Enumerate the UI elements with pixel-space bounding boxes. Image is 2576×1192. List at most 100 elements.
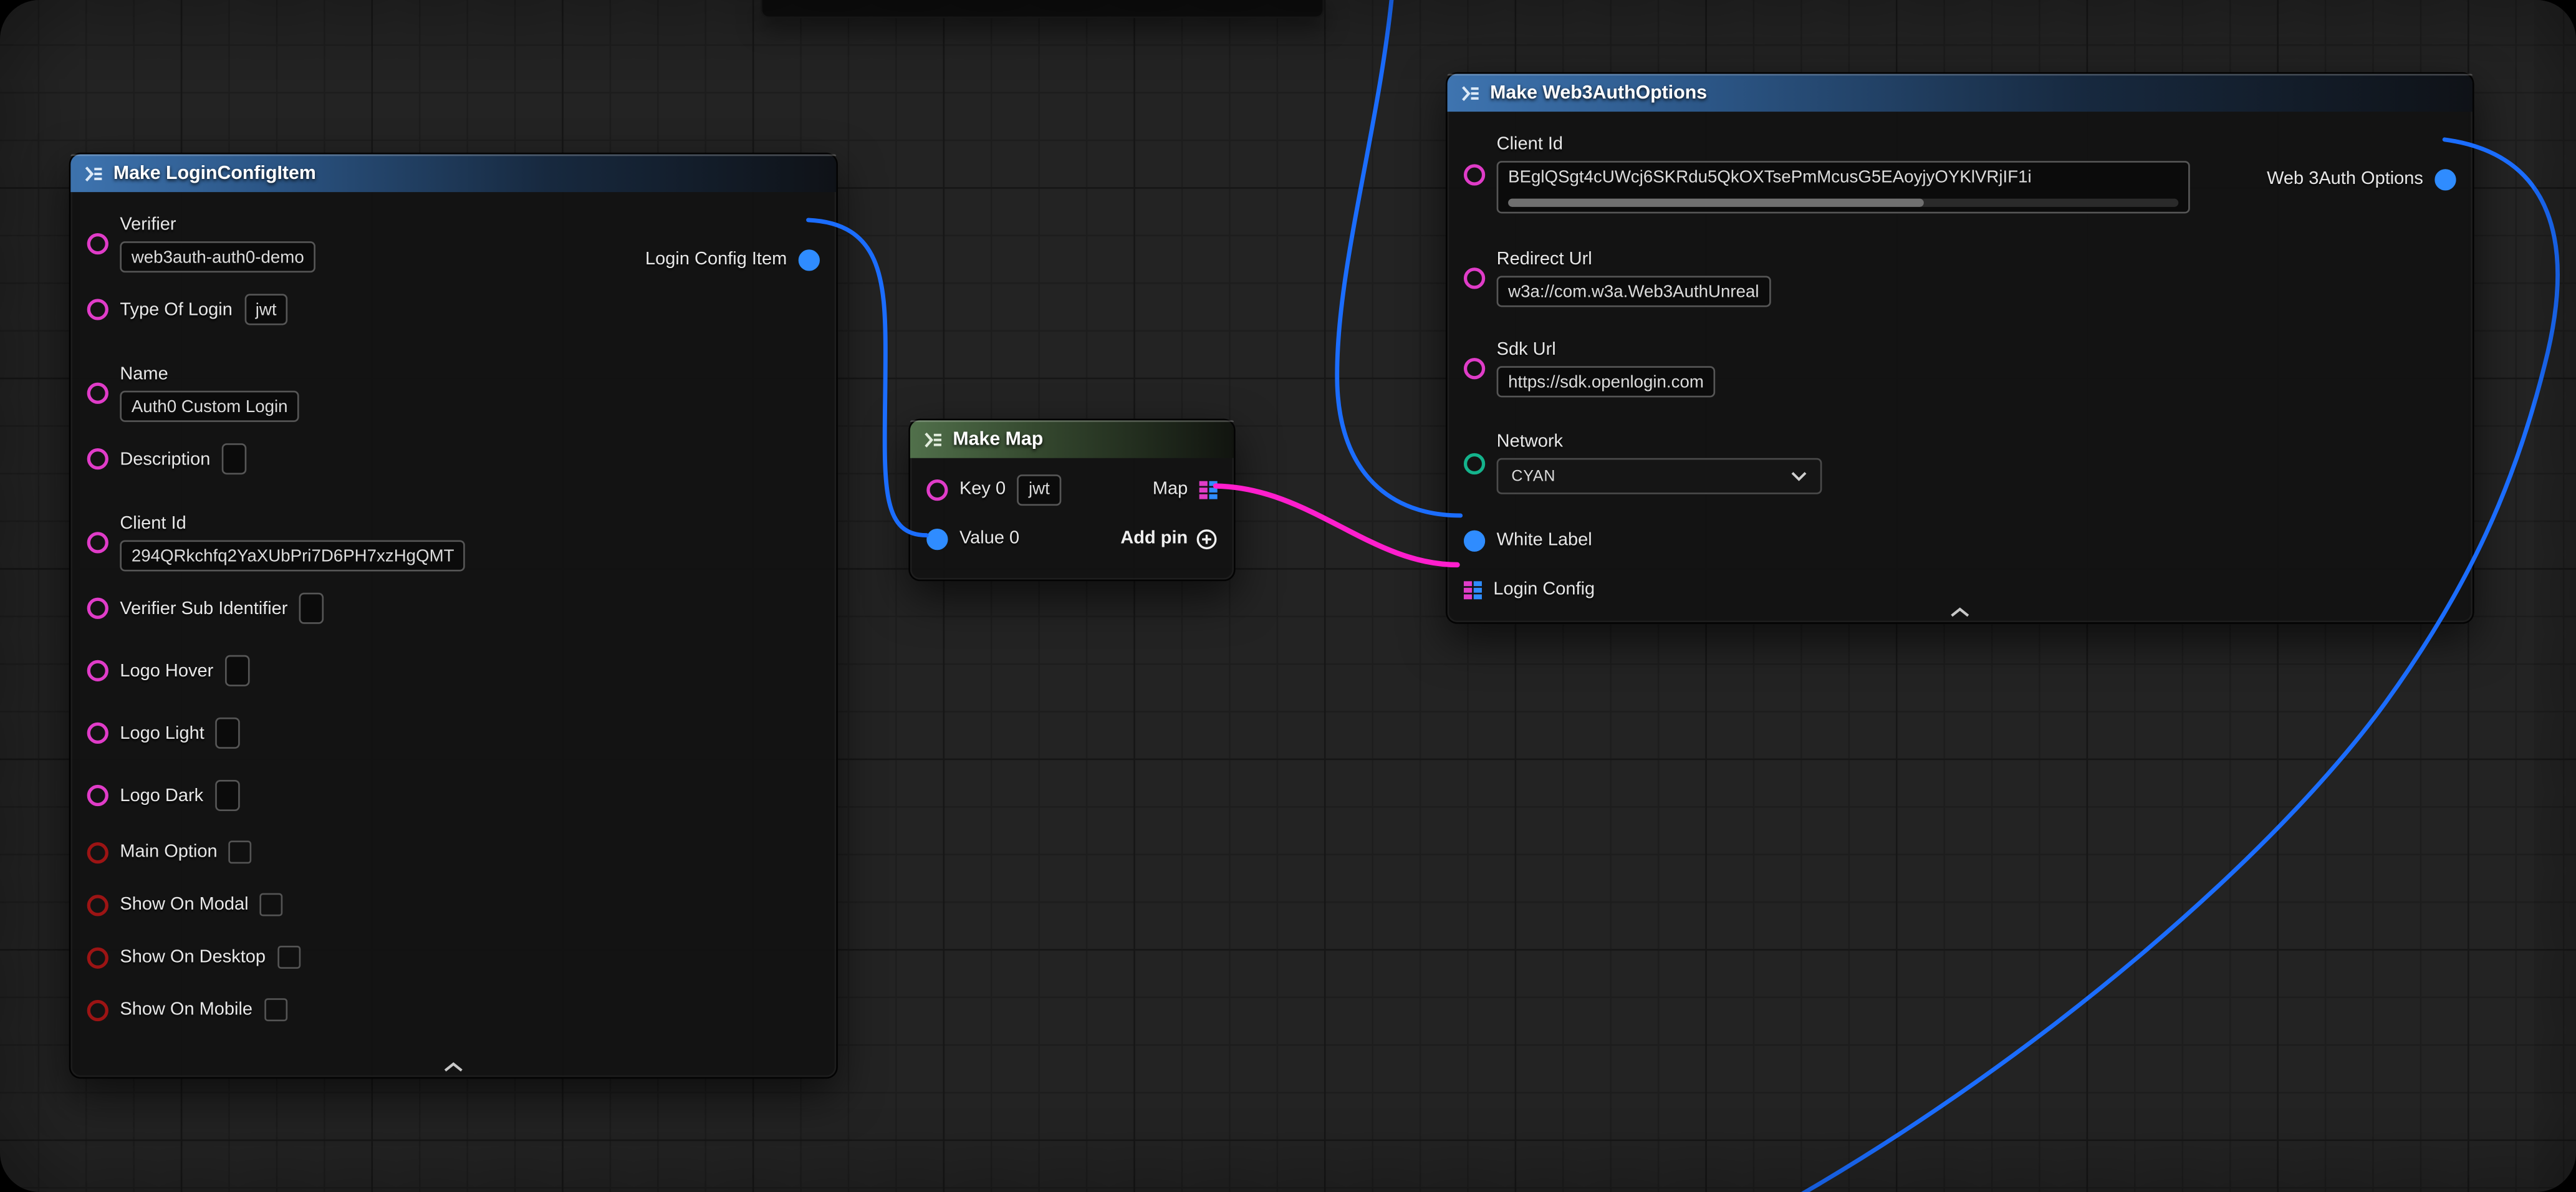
pin-row-show-on-desktop: Show On Desktop — [87, 946, 817, 969]
pin-label: Redirect Url — [1497, 249, 1771, 269]
pin-row-white-label: White Label — [1464, 527, 2453, 553]
type-of-login-pin[interactable] — [87, 299, 108, 320]
verifier-input[interactable]: web3auth-auth0-demo — [120, 241, 315, 272]
pin-label: Show On Desktop — [120, 948, 266, 968]
node-make-loginconfigitem[interactable]: Make LoginConfigItem Login Config Item V… — [69, 153, 838, 1079]
pin-label: Name — [120, 365, 299, 385]
verifier-pin[interactable] — [87, 233, 108, 254]
logo-hover-pin[interactable] — [87, 660, 108, 681]
collapse-node-button[interactable] — [444, 1062, 464, 1072]
node-make-web3authoptions[interactable]: Make Web3AuthOptions Web 3Auth Options C… — [1446, 72, 2474, 624]
pin-row-network: Network CYAN — [1464, 432, 2453, 494]
pin-row-name: Name Auth0 Custom Login — [87, 365, 817, 422]
pin-label: Show On Modal — [120, 895, 248, 915]
map-pin-icon[interactable] — [1199, 480, 1218, 498]
web3auth-options-pin[interactable] — [2434, 168, 2456, 190]
logo-light-pin[interactable] — [87, 723, 108, 744]
pin-label: Client Id — [1497, 135, 2190, 155]
make-map-icon — [923, 430, 943, 449]
pin-row-logo-dark: Logo Dark — [87, 780, 817, 811]
pin-label: Description — [120, 449, 210, 469]
pin-row-redirect-url: Redirect Url w3a://com.w3a.Web3AuthUnrea… — [1464, 249, 2453, 307]
pin-row-main-option: Main Option — [87, 840, 817, 863]
wire-map-to-loginconfig[interactable] — [1216, 486, 1457, 565]
show-on-mobile-pin[interactable] — [87, 999, 108, 1021]
value0-pin[interactable] — [926, 528, 948, 549]
pin-label: Logo Dark — [120, 786, 203, 805]
node-title: Make LoginConfigItem — [113, 163, 316, 183]
node-make-map[interactable]: Make Map Key 0 jwt Map — [908, 419, 1235, 582]
show-on-modal-pin[interactable] — [87, 894, 108, 915]
type-of-login-input[interactable]: jwt — [244, 294, 288, 325]
make-struct-icon — [1461, 83, 1481, 103]
login-config-item-pin[interactable] — [799, 249, 820, 270]
verifier-sub-identifier-pin[interactable] — [87, 598, 108, 619]
verifier-sub-identifier-input[interactable] — [299, 593, 324, 624]
node-title: Make Map — [953, 430, 1043, 449]
pin-label: Key 0 — [959, 479, 1006, 499]
pin-row-value0: Value 0 — [926, 528, 1019, 549]
network-dropdown[interactable]: CYAN — [1497, 458, 1822, 494]
pin-row-description: Description — [87, 443, 817, 474]
node-header[interactable]: Make LoginConfigItem — [70, 155, 836, 193]
sdk-url-input[interactable]: https://sdk.openlogin.com — [1497, 366, 1716, 397]
output-pin-label: Login Config Item — [645, 249, 787, 269]
show-on-desktop-checkbox[interactable] — [277, 946, 300, 969]
name-pin[interactable] — [87, 383, 108, 404]
pin-label: Logo Hover — [120, 661, 213, 681]
wire-top-to-white-label[interactable] — [1337, 0, 1461, 516]
show-on-modal-checkbox[interactable] — [260, 893, 283, 916]
output-pin-label: Web 3Auth Options — [2267, 169, 2423, 189]
pin-row-logo-light: Logo Light — [87, 718, 817, 749]
pin-label: Network — [1497, 432, 1822, 452]
horizontal-scrollbar[interactable] — [1508, 199, 2178, 207]
sdk-url-pin[interactable] — [1464, 358, 1485, 379]
login-config-map-pin-icon[interactable] — [1464, 580, 1482, 598]
key0-input[interactable]: jwt — [1017, 474, 1062, 505]
make-struct-icon — [84, 163, 103, 183]
offscreen-node-partial[interactable] — [761, 0, 1324, 18]
network-pin[interactable] — [1464, 453, 1485, 474]
logo-dark-input[interactable] — [215, 780, 240, 811]
output-row-login-config-item: Login Config Item — [645, 246, 820, 272]
description-input[interactable] — [222, 443, 247, 474]
add-pin-button[interactable]: Add pin — [1120, 528, 1217, 549]
pin-label: Verifier — [120, 215, 315, 235]
output-row-map: Map — [1153, 479, 1218, 499]
logo-light-input[interactable] — [216, 718, 241, 749]
client-id-input[interactable]: BEglQSgt4cUWcj6SKRdu5QkOXTsePmMcusG5EAoy… — [1497, 161, 2190, 213]
pin-row-key0: Key 0 jwt — [926, 474, 1061, 505]
pin-label: Type Of Login — [120, 300, 233, 320]
logo-dark-pin[interactable] — [87, 785, 108, 806]
pin-label: White Label — [1497, 531, 1592, 550]
client-id-input[interactable]: 294QRkchfq2YaXUbPri7D6PH7xzHgQMT — [120, 540, 466, 571]
main-option-checkbox[interactable] — [229, 840, 252, 863]
pin-label: Show On Mobile — [120, 1000, 252, 1020]
client-id-pin[interactable] — [1464, 163, 1485, 185]
collapse-chevron-icon — [444, 1062, 464, 1072]
logo-hover-input[interactable] — [225, 655, 250, 686]
name-input[interactable]: Auth0 Custom Login — [120, 391, 299, 422]
collapse-chevron-icon — [1950, 607, 1970, 617]
node-header[interactable]: Make Web3AuthOptions — [1448, 74, 2473, 112]
client-id-text: BEglQSgt4cUWcj6SKRdu5QkOXTsePmMcusG5EAoy… — [1508, 168, 2178, 188]
redirect-url-pin[interactable] — [1464, 267, 1485, 289]
collapse-node-button[interactable] — [1950, 607, 1970, 617]
client-id-pin[interactable] — [87, 532, 108, 553]
white-label-pin[interactable] — [1464, 529, 1485, 550]
pin-label: Value 0 — [959, 529, 1019, 549]
node-header[interactable]: Make Map — [910, 420, 1234, 458]
scrollbar-thumb[interactable] — [1508, 199, 1924, 207]
description-pin[interactable] — [87, 448, 108, 469]
blueprint-editor: Make LoginConfigItem Login Config Item V… — [0, 0, 2576, 1192]
pin-label: Login Config — [1493, 580, 1595, 600]
redirect-url-input[interactable]: w3a://com.w3a.Web3AuthUnreal — [1497, 276, 1771, 307]
graph-canvas[interactable]: Make LoginConfigItem Login Config Item V… — [0, 0, 2576, 1192]
main-option-pin[interactable] — [87, 842, 108, 863]
pin-row-type-of-login: Type Of Login jwt — [87, 294, 817, 325]
show-on-mobile-checkbox[interactable] — [264, 998, 287, 1021]
show-on-desktop-pin[interactable] — [87, 946, 108, 968]
key0-pin[interactable] — [926, 479, 948, 500]
chevron-down-icon — [1790, 471, 1807, 481]
pin-row-login-config: Login Config — [1464, 576, 2453, 602]
